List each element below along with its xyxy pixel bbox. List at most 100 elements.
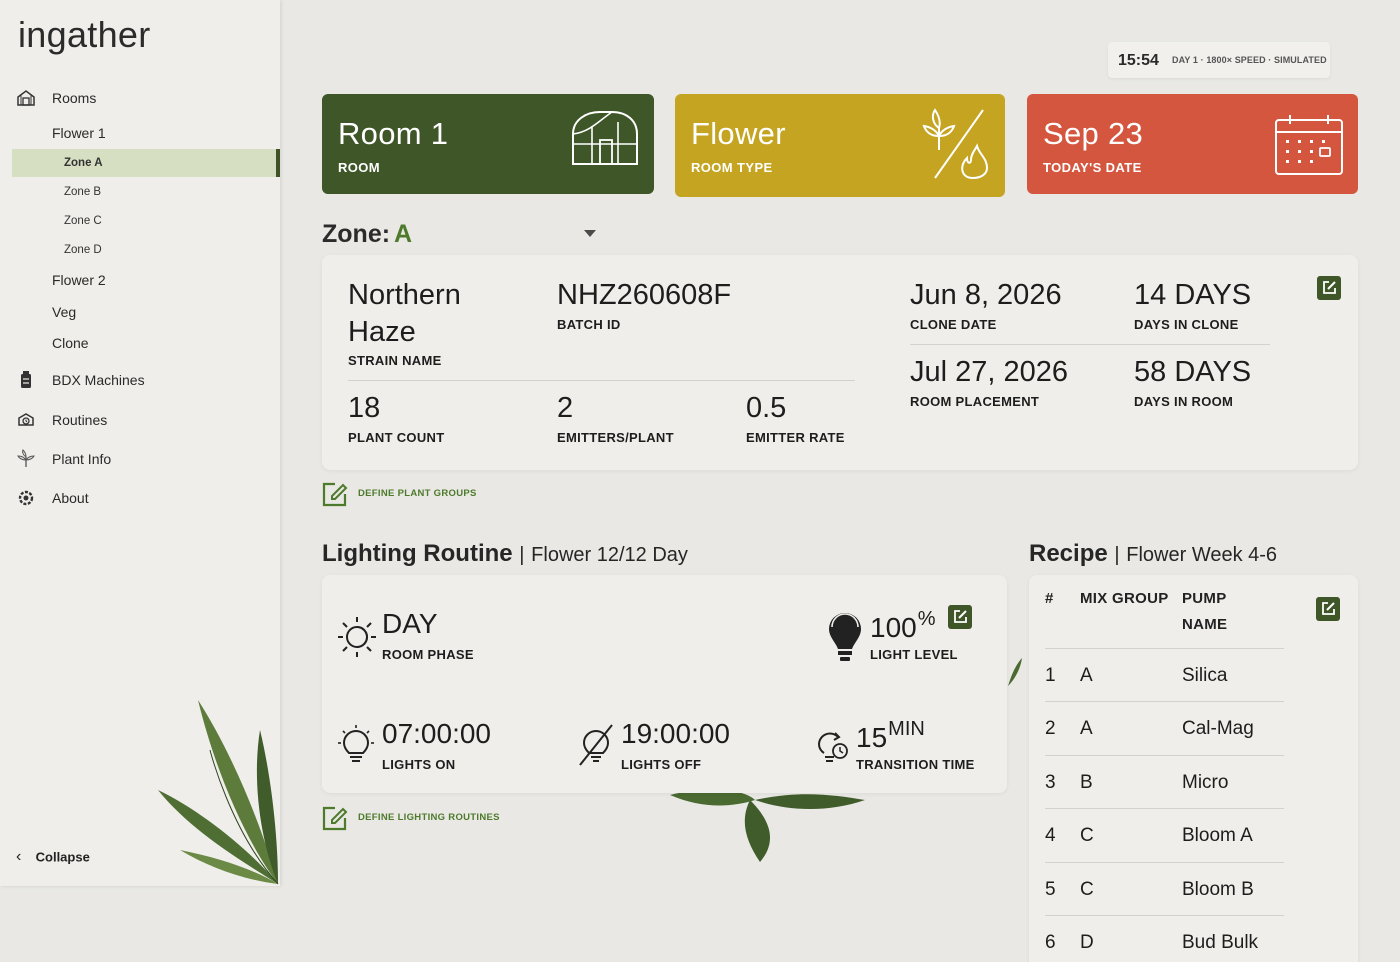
room-type-label: ROOM TYPE — [691, 160, 773, 175]
define-plant-groups-link[interactable]: DEFINE PLANT GROUPS — [358, 488, 477, 499]
column-header-mix-group: MIX GROUP — [1080, 590, 1169, 607]
recipe-subtitle: Flower Week 4-6 — [1126, 544, 1278, 566]
row-mix-group: C — [1080, 825, 1094, 846]
sidebar-item-label: About — [52, 490, 89, 506]
plant-icon — [17, 449, 35, 467]
greenhouse-icon — [572, 111, 638, 165]
date-card[interactable]: Sep 23 TODAY'S DATE — [1027, 94, 1358, 194]
clock-widget: 15:54 DAY 1 · 1800× SPEED · SIMULATED — [1108, 42, 1330, 78]
edit-recipe-button[interactable] — [1316, 597, 1340, 621]
strain-name-label: STRAIN NAME — [348, 353, 442, 368]
room-type-card[interactable]: Flower ROOM TYPE — [675, 94, 1005, 197]
light-level-number: 100 — [870, 612, 917, 643]
lights-off-label: LIGHTS OFF — [621, 757, 702, 772]
table-row[interactable]: 3 B Micro — [1045, 755, 1284, 808]
sidebar-item-routines[interactable]: Routines — [0, 406, 280, 434]
zone-label: Zone: — [322, 220, 391, 248]
sidebar-item-flower-2[interactable]: Flower 2 — [52, 272, 106, 288]
table-row[interactable]: 1 A Silica — [1045, 648, 1284, 701]
recipe-title: Recipe — [1029, 540, 1108, 567]
day-phase-icon — [338, 617, 376, 657]
sidebar-item-rooms[interactable]: Rooms — [0, 84, 280, 112]
lights-off-value: 19:00:00 — [621, 718, 730, 749]
column-header-pump: PUMP — [1182, 590, 1227, 607]
row-pump-name: Micro — [1182, 772, 1229, 793]
edit-light-level-button[interactable] — [948, 605, 972, 629]
calendar-icon — [1275, 115, 1343, 175]
room-card[interactable]: Room 1 ROOM — [322, 94, 654, 194]
sidebar-item-zone-d[interactable]: Zone D — [12, 236, 280, 264]
table-row[interactable]: 2 A Cal-Mag — [1045, 701, 1284, 754]
date-card-label: TODAY'S DATE — [1043, 160, 1142, 175]
row-mix-group: A — [1080, 665, 1093, 686]
days-in-room-value: 58 DAYS — [1134, 356, 1252, 388]
row-mix-group: A — [1080, 718, 1093, 739]
row-mix-group: C — [1080, 879, 1094, 900]
row-pump-name: Cal-Mag — [1182, 718, 1254, 739]
column-header-number: # — [1045, 590, 1054, 607]
lighting-title: Lighting Routine — [322, 540, 513, 567]
row-mix-group: D — [1080, 932, 1094, 953]
sidebar-item-zone-a[interactable]: Zone A — [12, 149, 280, 177]
row-number: 1 — [1045, 665, 1056, 686]
sidebar-item-bdx-machines[interactable]: BDX Machines — [0, 366, 280, 394]
sidebar-item-zone-b[interactable]: Zone B — [12, 178, 280, 206]
date-card-value: Sep 23 — [1043, 116, 1144, 151]
batch-id-value: NHZ260608F — [557, 279, 732, 311]
emitters-label: EMITTERS/PLANT — [557, 430, 674, 445]
transition-unit: MIN — [888, 718, 925, 740]
column-header-pump-name: NAME — [1182, 616, 1228, 633]
sidebar-item-label: Plant Info — [52, 451, 112, 467]
room-type-value: Flower — [691, 116, 786, 151]
row-pump-name: Bloom A — [1182, 825, 1253, 846]
row-pump-name: Bud Bulk — [1182, 932, 1259, 953]
lights-on-icon — [338, 725, 374, 762]
sidebar-item-flower-1[interactable]: Flower 1 — [52, 125, 106, 141]
zone-selector[interactable]: Zone: A — [322, 220, 412, 249]
sidebar-item-clone[interactable]: Clone — [52, 335, 89, 351]
room-phase-value: DAY — [382, 608, 438, 639]
sidebar: ingather Rooms Flower 1 Zone A Zone B Zo… — [0, 0, 280, 886]
row-mix-group: B — [1080, 772, 1093, 793]
greenhouse-icon — [17, 90, 35, 106]
clone-date-label: CLONE DATE — [910, 317, 997, 332]
transition-number: 15 — [856, 722, 888, 753]
chevron-down-icon[interactable] — [584, 230, 596, 237]
chevron-left-icon: ‹ — [16, 848, 22, 865]
room-card-label: ROOM — [338, 160, 381, 175]
recipe-panel: # MIX GROUP PUMP NAME 1 A Silica 2 A Cal… — [1029, 575, 1358, 962]
batch-info-panel: Northern Haze STRAIN NAME NHZ260608F BAT… — [322, 255, 1358, 470]
title-separator: | — [1114, 544, 1120, 566]
collapse-label: Collapse — [35, 849, 90, 865]
light-bulb-icon — [829, 613, 861, 661]
transition-time-label: TRANSITION TIME — [856, 757, 975, 772]
sidebar-item-veg[interactable]: Veg — [52, 304, 76, 320]
days-in-clone-value: 14 DAYS — [1134, 279, 1252, 311]
row-number: 6 — [1045, 932, 1056, 953]
plant-count-label: PLANT COUNT — [348, 430, 445, 445]
sidebar-item-zone-c[interactable]: Zone C — [12, 207, 280, 235]
sidebar-item-plant-info[interactable]: Plant Info — [0, 445, 280, 473]
row-pump-name: Silica — [1182, 665, 1228, 686]
edit-batch-button[interactable] — [1317, 276, 1341, 300]
define-lighting-routines-link[interactable]: DEFINE LIGHTING ROUTINES — [358, 812, 500, 823]
table-row[interactable]: 4 C Bloom A — [1045, 808, 1284, 861]
sidebar-item-label: Zone B — [64, 186, 102, 198]
lighting-routine-panel: DAY ROOM PHASE 100% LIGHT LEVEL 07:00:00… — [322, 575, 1007, 793]
table-row[interactable]: 5 C Bloom B — [1045, 862, 1284, 915]
row-number: 2 — [1045, 718, 1056, 739]
sidebar-item-label: Zone C — [64, 215, 102, 227]
room-placement-value: Jul 27, 2026 — [910, 356, 1069, 388]
cannabis-leaf-decoration — [158, 700, 279, 885]
light-level-value: 100% — [870, 608, 936, 644]
table-row[interactable]: 6 D Bud Bulk — [1045, 915, 1284, 962]
edit-plant-groups-icon[interactable] — [321, 480, 349, 508]
sidebar-item-about[interactable]: About — [0, 484, 280, 512]
title-separator: | — [519, 544, 525, 566]
collapse-button[interactable]: ‹ Collapse — [16, 848, 90, 866]
clock-time: 15:54 — [1118, 52, 1159, 69]
emitter-rate-label: EMITTER RATE — [746, 430, 845, 445]
row-number: 4 — [1045, 825, 1056, 846]
emitter-rate-value: 0.5 — [746, 392, 787, 424]
edit-lighting-routines-icon[interactable] — [321, 804, 349, 832]
